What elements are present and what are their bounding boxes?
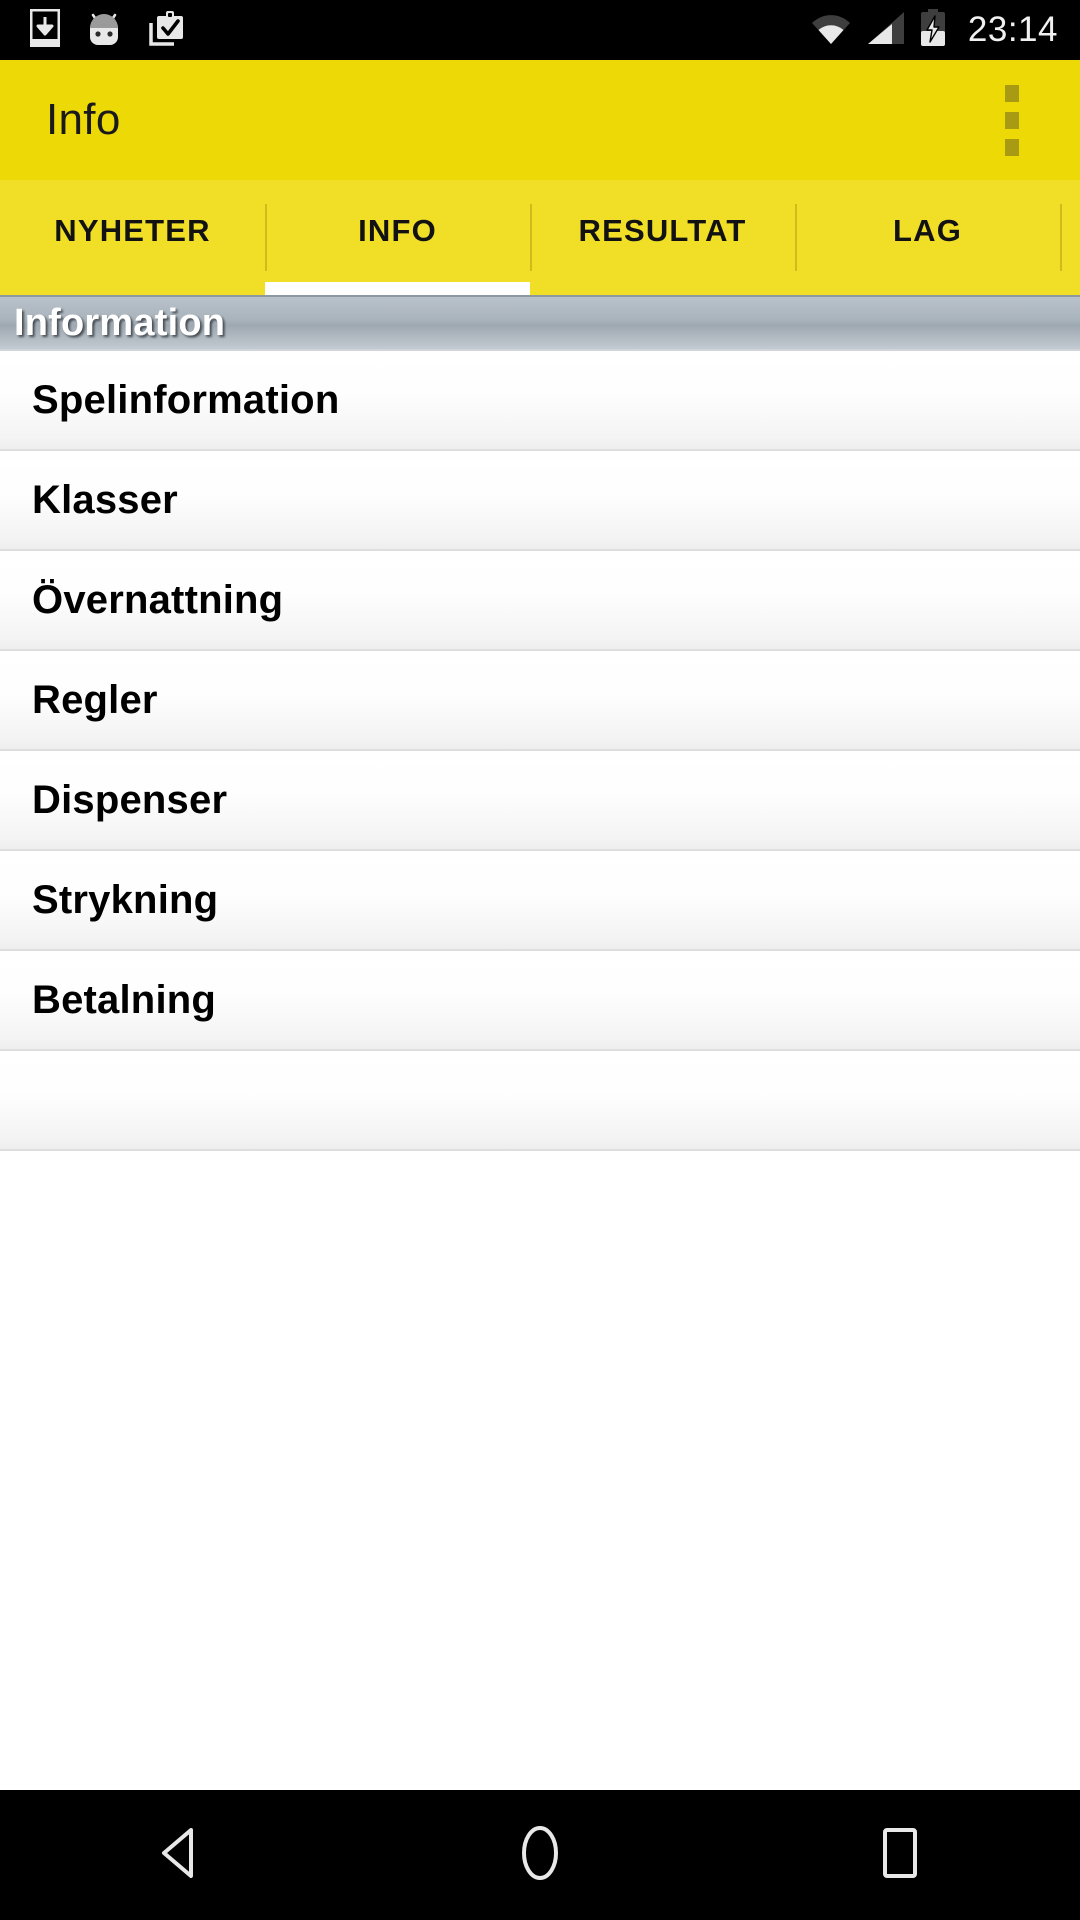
list-item-label: Strykning	[32, 877, 219, 922]
back-triangle-icon	[155, 1826, 205, 1885]
status-bar-left-icons	[0, 8, 186, 52]
wifi-icon	[810, 11, 852, 50]
tab-indicator	[530, 282, 795, 295]
overflow-dot-icon	[1005, 84, 1019, 102]
tab-bar: NYHETER INFO RESULTAT LAG	[0, 180, 1080, 295]
page-title: Info	[46, 95, 121, 144]
list-item[interactable]: Övernattning	[0, 551, 1080, 651]
nav-recents-button[interactable]	[825, 1790, 975, 1920]
tab-label: NYHETER	[54, 212, 211, 248]
tab-indicator	[1060, 282, 1080, 295]
nav-back-button[interactable]	[105, 1790, 255, 1920]
list-item[interactable]: Strykning	[0, 851, 1080, 951]
tab-next-partial[interactable]	[1060, 180, 1080, 295]
tab-nyheter[interactable]: NYHETER	[0, 180, 265, 295]
tab-indicator	[0, 282, 265, 295]
tab-resultat[interactable]: RESULTAT	[530, 180, 795, 295]
list-item-label: Betalning	[32, 977, 217, 1022]
tab-label: RESULTAT	[578, 212, 747, 248]
android-head-icon	[86, 9, 122, 52]
tab-label: LAG	[892, 212, 963, 248]
list-item-label: Klasser	[32, 477, 178, 522]
list-item[interactable]: Dispenser	[0, 751, 1080, 851]
home-circle-icon	[515, 1824, 565, 1887]
list-item-label: Dispenser	[32, 777, 228, 822]
status-bar: 23:14	[0, 0, 1080, 60]
recents-square-icon	[878, 1826, 922, 1885]
list-item[interactable]	[0, 1051, 1080, 1151]
navigation-bar	[0, 1790, 1080, 1920]
battery-charging-icon	[920, 8, 946, 52]
clipboard-check-icon	[148, 9, 186, 52]
list-empty-area	[0, 1171, 1080, 1790]
cellular-signal-icon	[866, 11, 906, 50]
action-bar: Info	[0, 60, 1080, 180]
overflow-dot-icon	[1005, 111, 1019, 129]
list-item[interactable]: Regler	[0, 651, 1080, 751]
nav-home-button[interactable]	[465, 1790, 615, 1920]
tab-label: INFO	[358, 212, 437, 248]
overflow-dot-icon	[1005, 138, 1019, 156]
list-item-label: Övernattning	[32, 577, 284, 622]
tab-indicator	[795, 282, 1060, 295]
download-manager-icon	[29, 8, 61, 52]
list-item[interactable]: Betalning	[0, 951, 1080, 1051]
status-bar-right-icons: 23:14	[810, 8, 1080, 52]
list-item[interactable]: Klasser	[0, 451, 1080, 551]
status-bar-clock: 23:14	[967, 10, 1058, 49]
section-header-title: Information	[14, 301, 226, 344]
section-header: Information	[0, 295, 1080, 351]
list-item-label: Regler	[32, 677, 158, 722]
tab-indicator-active	[265, 282, 530, 295]
info-list: Spelinformation Klasser Övernattning Reg…	[0, 351, 1080, 1151]
overflow-menu-button[interactable]	[980, 72, 1044, 168]
list-item[interactable]: Spelinformation	[0, 351, 1080, 451]
list-item-label: Spelinformation	[32, 377, 340, 422]
tab-lag[interactable]: LAG	[795, 180, 1060, 295]
tab-info[interactable]: INFO	[265, 180, 530, 295]
